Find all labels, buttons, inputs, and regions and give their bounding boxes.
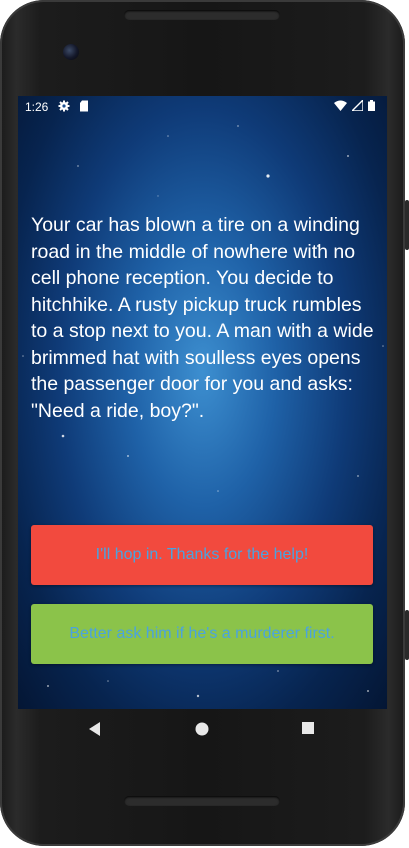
power-key	[405, 200, 409, 250]
story-text: Your car has blown a tire on a winding r…	[31, 214, 374, 422]
signal-icon	[349, 98, 364, 112]
app-screen: 1:26 Your car has blown a tire on a wind…	[18, 96, 387, 709]
volume-key	[405, 610, 409, 660]
choice-ask-murderer-button[interactable]: Better ask him if he's a murderer first.	[31, 604, 373, 664]
phone-device: 1:26 Your car has blown a tire on a wind…	[0, 0, 409, 848]
status-bar: 1:26	[18, 96, 387, 118]
recents-square-icon[interactable]	[301, 721, 315, 735]
status-left-icons	[58, 100, 89, 115]
navigation-bar	[18, 709, 387, 753]
battery-icon	[368, 100, 375, 111]
back-triangle-icon[interactable]	[88, 721, 102, 737]
wifi-icon	[334, 100, 348, 111]
top-speaker	[124, 10, 280, 20]
sd-card-icon	[80, 100, 89, 112]
status-right-icons	[334, 98, 375, 114]
front-camera	[63, 44, 79, 60]
status-time: 1:26	[25, 100, 49, 114]
bottom-speaker	[124, 796, 280, 806]
choice-hop-in-button[interactable]: I'll hop in. Thanks for the help!	[31, 525, 373, 585]
gear-icon	[58, 100, 70, 112]
home-circle-icon[interactable]	[194, 721, 210, 737]
